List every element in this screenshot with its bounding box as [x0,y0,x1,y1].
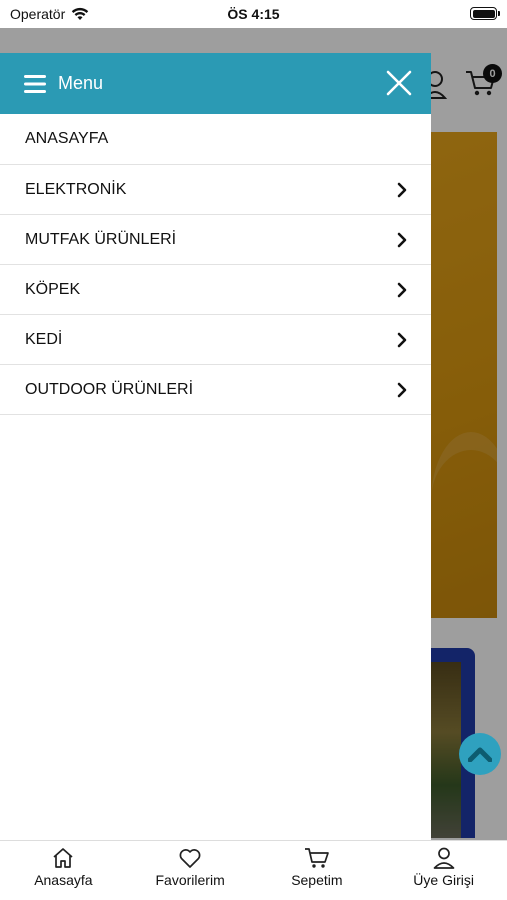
tab-uye-girisi[interactable]: Üye Girişi [380,841,507,900]
tab-label: Favorilerim [155,872,225,888]
tab-label: Üye Girişi [413,872,474,888]
chevron-up-icon [468,747,492,762]
status-time: ÖS 4:15 [227,6,280,22]
drawer-header: Menu [0,53,431,114]
promo-banner[interactable] [431,132,507,618]
menu-item-label: ANASAYFA [25,130,109,147]
chevron-right-icon [397,332,407,347]
menu-item-mutfak-urunleri[interactable]: MUTFAK ÜRÜNLERİ [0,215,431,265]
tab-sepetim[interactable]: Sepetim [254,841,381,900]
menu-item-kopek[interactable]: KÖPEK [0,265,431,315]
menu-item-outdoor-urunleri[interactable]: OUTDOOR ÜRÜNLERİ [0,365,431,415]
chevron-right-icon [397,282,407,297]
menu-item-anasayfa[interactable]: ANASAYFA [0,114,431,165]
background-header-icons: 0 [431,62,507,104]
side-menu-drawer: Menu ANASAYFA ELEKTRONİK MUTFAK ÜRÜNLERİ… [0,53,431,840]
menu-item-label: KEDİ [25,330,63,348]
cart-count-badge: 0 [483,64,502,83]
battery-icon [470,7,500,20]
tab-anasayfa[interactable]: Anasayfa [0,841,127,900]
heart-icon [179,849,201,868]
chevron-right-icon [397,382,407,397]
menu-item-label: KÖPEK [25,280,81,298]
tab-label: Anasayfa [34,872,93,888]
menu-item-elektronik[interactable]: ELEKTRONİK [0,165,431,215]
tab-favorilerim[interactable]: Favorilerim [127,841,254,900]
menu-list: ANASAYFA ELEKTRONİK MUTFAK ÜRÜNLERİ KÖPE… [0,114,431,415]
menu-item-label: ELEKTRONİK [25,180,127,198]
bottom-tab-bar: Anasayfa Favorilerim Sepetim Üye Girişi [0,840,507,900]
tab-label: Sepetim [291,872,343,888]
chevron-right-icon [397,182,407,197]
close-icon[interactable] [385,69,413,97]
cart-icon [304,848,329,868]
menu-title: Menu [58,73,104,93]
user-icon[interactable] [431,70,449,100]
menu-item-label: OUTDOOR ÜRÜNLERİ [25,380,194,398]
user-icon [433,847,454,869]
scroll-to-top-button[interactable] [459,733,501,775]
hamburger-icon [24,74,46,93]
home-icon [53,848,73,868]
status-bar: Operatör ÖS 4:15 [0,0,507,28]
menu-item-kedi[interactable]: KEDİ [0,315,431,365]
menu-item-label: MUTFAK ÜRÜNLERİ [25,230,177,248]
chevron-right-icon [397,232,407,247]
